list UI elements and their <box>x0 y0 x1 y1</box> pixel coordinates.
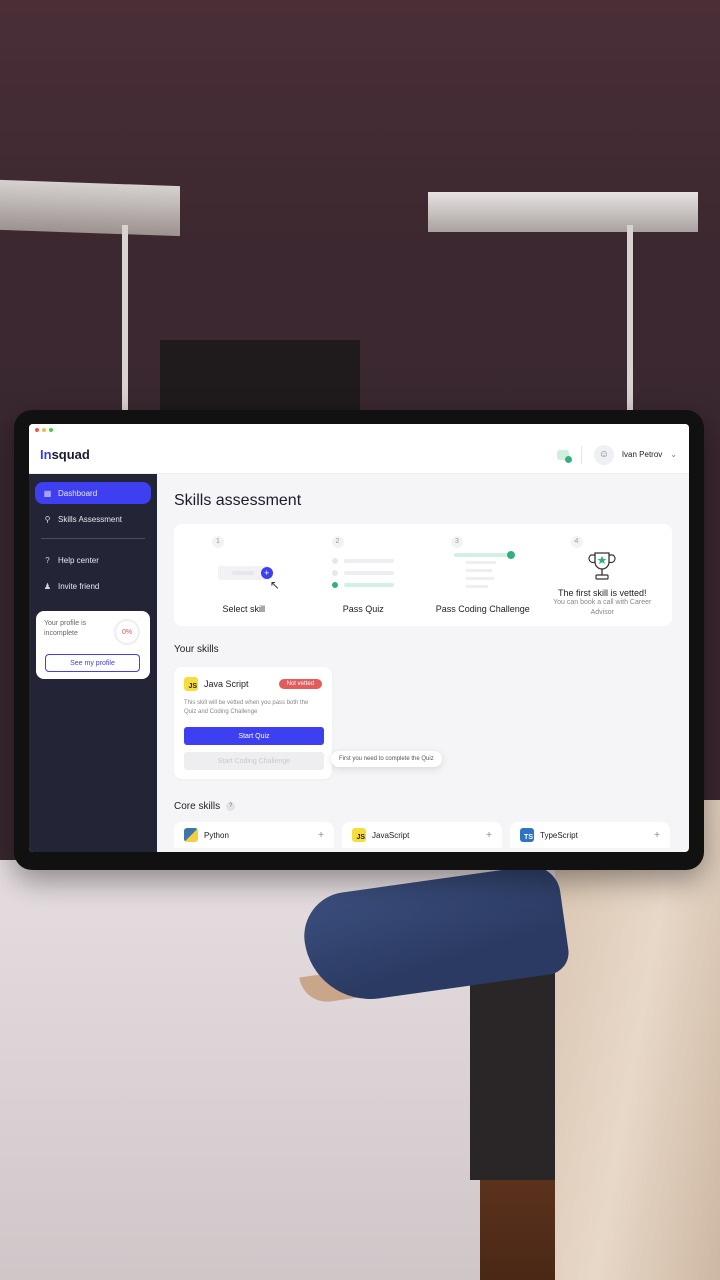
step-label: Select skill <box>222 604 265 614</box>
logo[interactable]: Insquad <box>40 447 90 462</box>
step-skill-vetted: 4 The first skill is vetted! You can boo… <box>543 536 663 616</box>
your-skills-title: Your skills <box>174 644 219 655</box>
help-circle-icon: ? <box>45 555 50 565</box>
user-name[interactable]: Ivan Petrov <box>622 450 662 459</box>
step-select-skill: 1 + ↖ Select skill <box>184 536 304 614</box>
step-pass-quiz: 2 Pass Quiz <box>304 536 424 614</box>
core-skills-title: Core skills <box>174 801 221 812</box>
award-icon: ⚲ <box>44 514 51 524</box>
typescript-icon: TS <box>520 828 534 842</box>
tablet-device: Insquad ☺ Ivan Petrov ⌄ ▦ Dashboard ⚲ Sk… <box>14 410 704 870</box>
step-number: 4 <box>570 536 583 548</box>
top-bar: Insquad ☺ Ivan Petrov ⌄ <box>29 436 689 474</box>
skill-description: This skill will be vetted when you pass … <box>184 700 309 715</box>
step-label: Pass Coding Challenge <box>435 604 530 614</box>
python-icon <box>184 828 198 842</box>
cursor-icon: ↖ <box>269 578 280 592</box>
core-skill-name: Python <box>204 830 229 840</box>
close-dot-icon[interactable] <box>35 428 39 432</box>
core-skill-javascript[interactable]: JS JavaScript + <box>342 822 502 848</box>
sidebar-item-label: Invite friend <box>58 581 100 591</box>
start-coding-challenge-button[interactable]: Start Coding Challenge <box>184 752 324 770</box>
window-bar <box>29 424 689 436</box>
javascript-icon: JS <box>184 677 198 691</box>
grid-icon: ▦ <box>43 488 52 498</box>
sidebar-item-label: Skills Assessment <box>58 514 123 524</box>
add-icon[interactable]: + <box>654 830 660 841</box>
chevron-down-icon[interactable]: ⌄ <box>670 450 677 459</box>
step-number: 1 <box>212 536 224 548</box>
step-number: 2 <box>331 536 344 548</box>
maximize-dot-icon[interactable] <box>49 428 53 432</box>
see-my-profile-button[interactable]: See my profile <box>45 654 140 672</box>
tooltip: First you need to complete the Quiz <box>331 751 442 767</box>
logo-prefix: In <box>40 447 52 462</box>
profile-progress-ring: 0% <box>114 619 140 645</box>
core-skills-list: Python + JS JavaScript + TS TypeScript + <box>174 822 672 848</box>
core-skills-header: Core skills ? <box>174 801 672 812</box>
logo-suffix: squad <box>51 447 90 462</box>
add-icon[interactable]: + <box>318 830 324 841</box>
profile-completion-card: Your profile is incomplete 0% See my pro… <box>36 611 150 679</box>
javascript-icon: JS <box>352 828 366 842</box>
sidebar: ▦ Dashboard ⚲ Skills Assessment ? Help c… <box>29 474 157 852</box>
start-quiz-button[interactable]: Start Quiz <box>184 727 324 745</box>
sidebar-item-help-center[interactable]: ? Help center <box>35 549 151 571</box>
add-icon[interactable]: + <box>486 830 492 841</box>
divider <box>580 445 582 464</box>
step-label: Pass Quiz <box>342 604 384 614</box>
quiz-illustration <box>304 548 424 598</box>
help-icon[interactable]: ? <box>226 802 236 811</box>
sidebar-item-label: Dashboard <box>58 488 98 498</box>
step-sublabel: You can book a call with Career Advisor <box>553 599 652 616</box>
sidebar-divider <box>41 538 145 539</box>
step-number: 3 <box>451 536 463 548</box>
select-skill-illustration: + ↖ <box>184 548 304 598</box>
core-skill-typescript[interactable]: TS TypeScript + <box>510 822 670 848</box>
code-illustration <box>423 548 543 598</box>
profile-status-text: Your profile is incomplete <box>44 620 87 637</box>
step-pass-coding-challenge: 3 Pass Coding Challenge <box>423 536 543 614</box>
status-badge: Not vetted <box>278 679 322 689</box>
check-icon <box>332 582 339 588</box>
user-avatar-icon[interactable]: ☺ <box>593 444 614 465</box>
check-icon <box>506 551 515 559</box>
main-content: Skills assessment 1 + ↖ Select skill 2 P… <box>157 474 689 852</box>
core-skill-name: TypeScript <box>540 830 578 840</box>
skill-name: Java Script <box>204 679 249 689</box>
sidebar-item-invite-friend[interactable]: ♟ Invite friend <box>35 575 151 597</box>
sidebar-item-skills-assessment[interactable]: ⚲ Skills Assessment <box>35 508 151 530</box>
minimize-dot-icon[interactable] <box>42 428 46 432</box>
core-skill-python[interactable]: Python + <box>174 822 334 848</box>
steps-card: 1 + ↖ Select skill 2 Pass Quiz 3 Pass Co… <box>174 524 672 626</box>
core-skill-name: JavaScript <box>372 830 410 840</box>
app-screen: Insquad ☺ Ivan Petrov ⌄ ▦ Dashboard ⚲ Sk… <box>29 424 689 852</box>
status-icon[interactable] <box>556 449 572 463</box>
sidebar-item-label: Help center <box>58 555 99 565</box>
page-title: Skills assessment <box>174 492 302 509</box>
skill-card: JS Java Script Not vetted This skill wil… <box>174 667 332 779</box>
step-label: The first skill is vetted! <box>557 588 647 598</box>
users-icon: ♟ <box>43 581 52 591</box>
sidebar-item-dashboard[interactable]: ▦ Dashboard <box>35 482 151 504</box>
trophy-icon <box>543 548 663 586</box>
